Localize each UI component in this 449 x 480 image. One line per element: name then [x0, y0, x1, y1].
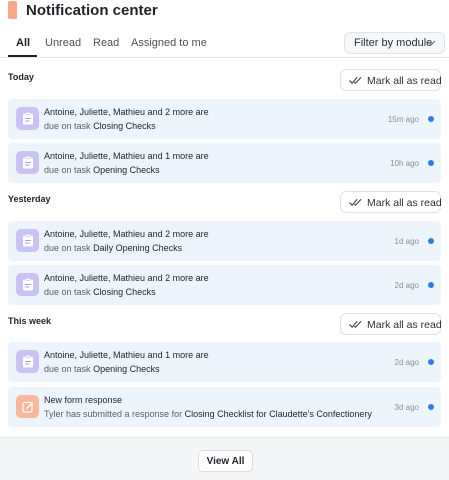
- notification-detail: due on task Opening Checks: [44, 165, 160, 175]
- tab-read[interactable]: Read: [93, 37, 119, 49]
- double-check-icon: [349, 77, 362, 84]
- unread-dot: [428, 238, 434, 244]
- mark-all-read-button-yesterday[interactable]: Mark all as read: [340, 191, 442, 213]
- notification-subject: Closing Checklist for Claudette's Confec…: [184, 409, 372, 419]
- notification-time: 10h ago: [390, 159, 419, 168]
- notification-title: Antoine, Juliette, Mathieu and 1 more ar…: [44, 350, 209, 360]
- notification-subject: Opening Checks: [93, 165, 160, 175]
- form-edit-icon: [16, 395, 39, 418]
- task-clipboard-icon: [16, 151, 39, 174]
- notification-time: 15m ago: [387, 115, 419, 124]
- notification-subject: Closing Checks: [93, 121, 156, 131]
- notification-title: Antoine, Juliette, Mathieu and 1 more ar…: [44, 151, 209, 161]
- notification-title: Antoine, Juliette, Mathieu and 2 more ar…: [44, 273, 209, 283]
- task-clipboard-icon: [16, 350, 39, 373]
- section-label-today: Today: [8, 72, 34, 82]
- brand-logo: [8, 1, 17, 19]
- tab-assigned-to-me[interactable]: Assigned to me: [131, 37, 207, 49]
- notification-title: Antoine, Juliette, Mathieu and 2 more ar…: [44, 107, 209, 117]
- double-check-icon: [349, 321, 362, 328]
- mark-all-read-label: Mark all as read: [367, 319, 442, 331]
- view-all-button[interactable]: View All: [198, 450, 253, 472]
- notification-detail: due on task Daily Opening Checks: [44, 243, 182, 253]
- notification-time: 3d ago: [394, 403, 419, 412]
- notification-prefix: due on task: [44, 287, 91, 297]
- mark-all-read-button-today[interactable]: Mark all as read: [340, 69, 442, 91]
- notification-prefix: due on task: [44, 165, 91, 175]
- tab-unread[interactable]: Unread: [45, 37, 81, 49]
- notification-prefix: due on task: [44, 364, 91, 374]
- notification-subject: Opening Checks: [93, 364, 160, 374]
- notification-title: Antoine, Juliette, Mathieu and 2 more ar…: [44, 229, 209, 239]
- notification-title: New form response: [44, 395, 123, 405]
- section-label-yesterday: Yesterday: [8, 194, 51, 204]
- notification-detail: Tyler has submitted a response for Closi…: [44, 409, 372, 419]
- notification-item[interactable]: Antoine, Juliette, Mathieu and 1 more ar…: [8, 342, 441, 382]
- notification-item[interactable]: Antoine, Juliette, Mathieu and 2 more ar…: [8, 99, 441, 139]
- page-title: Notification center: [26, 2, 158, 19]
- unread-dot: [428, 359, 434, 365]
- mark-all-read-label: Mark all as read: [367, 197, 442, 209]
- notification-subject: Daily Opening Checks: [93, 243, 183, 253]
- notification-prefix: Tyler has submitted a response for: [44, 409, 183, 419]
- active-tab-indicator: [8, 55, 37, 57]
- notification-subject: Closing Checks: [93, 287, 156, 297]
- notification-detail: due on task Opening Checks: [44, 364, 160, 374]
- header: Notification center: [0, 0, 449, 24]
- footer: View All: [0, 437, 449, 480]
- unread-dot: [428, 404, 434, 410]
- task-clipboard-icon: [16, 107, 39, 130]
- notification-detail: due on task Closing Checks: [44, 121, 156, 131]
- filter-label: Filter by module: [354, 37, 433, 49]
- unread-dot: [428, 282, 434, 288]
- task-clipboard-icon: [16, 273, 39, 296]
- notification-prefix: due on task: [44, 243, 91, 253]
- unread-dot: [428, 116, 434, 122]
- filter-by-module-button[interactable]: Filter by module: [344, 32, 445, 54]
- task-clipboard-icon: [16, 229, 39, 252]
- tab-all[interactable]: All: [16, 37, 30, 49]
- notification-time: 2d ago: [394, 281, 419, 290]
- notification-item[interactable]: Antoine, Juliette, Mathieu and 1 more ar…: [8, 143, 441, 183]
- chevron-down-icon: [426, 40, 436, 46]
- notification-item[interactable]: Antoine, Juliette, Mathieu and 2 more ar…: [8, 265, 441, 305]
- notification-time: 1d ago: [394, 237, 419, 246]
- unread-dot: [428, 160, 434, 166]
- notification-time: 2d ago: [394, 358, 419, 367]
- section-label-this-week: This week: [8, 316, 52, 326]
- mark-all-read-button-this-week[interactable]: Mark all as read: [340, 313, 442, 335]
- notification-item[interactable]: New form response Tyler has submitted a …: [8, 387, 441, 427]
- double-check-icon: [349, 199, 362, 206]
- mark-all-read-label: Mark all as read: [367, 75, 442, 87]
- notification-detail: due on task Closing Checks: [44, 287, 156, 297]
- notification-item[interactable]: Antoine, Juliette, Mathieu and 2 more ar…: [8, 221, 441, 261]
- notification-prefix: due on task: [44, 121, 91, 131]
